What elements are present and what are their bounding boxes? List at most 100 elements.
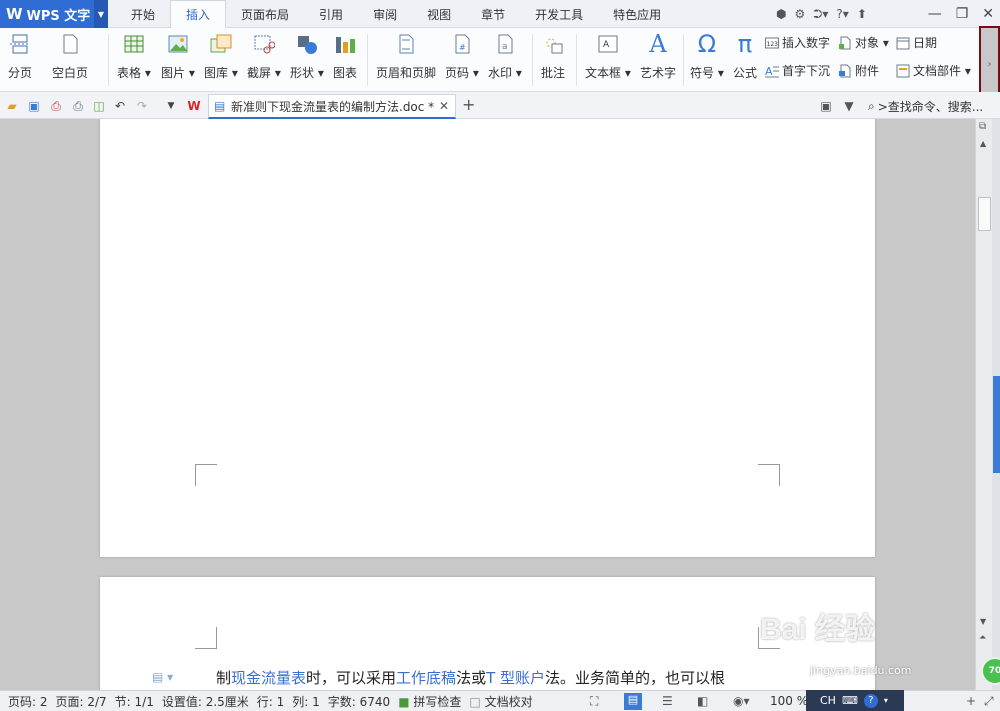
outline-view-icon[interactable]: ☰ — [662, 694, 673, 708]
date-button[interactable]: 日期 — [896, 34, 937, 51]
chevron-down-icon[interactable]: ▼ — [163, 98, 179, 114]
symbol-button[interactable]: Ω 符号 ▾ — [690, 30, 724, 81]
object-button[interactable]: 对象 ▾ — [838, 34, 889, 51]
screenshot-button[interactable]: 截屏 ▾ — [247, 32, 281, 81]
scroll-thumb[interactable] — [978, 197, 991, 231]
collapse-ribbon-icon[interactable]: ⬆ — [857, 7, 867, 21]
tab-view[interactable]: 视图 — [412, 0, 466, 28]
page-number-button[interactable]: # 页码 ▾ — [445, 32, 479, 81]
insert-number-button[interactable]: 123 插入数字 — [765, 34, 830, 51]
tab-home[interactable]: 开始 — [116, 0, 170, 28]
page-break-button[interactable]: 分页 — [8, 32, 32, 81]
help-icon[interactable]: ?▾ — [836, 7, 848, 21]
status-word-count[interactable]: 字数: 6740 — [328, 693, 390, 710]
attachment-button[interactable]: 附件 — [838, 62, 879, 79]
link-cash-flow-statement[interactable]: 现金流量表 — [231, 669, 306, 687]
title-bar: W WPS 文字 ▼ 开始 插入 页面布局 引用 审阅 视图 章节 开发工具 特… — [0, 0, 1000, 28]
split-view-icon[interactable]: ⧉ — [979, 121, 986, 132]
tab-insert[interactable]: 插入 — [170, 0, 227, 28]
shape-button[interactable]: 形状 ▾ — [290, 32, 324, 81]
command-search[interactable]: ⌕ >查找命令、搜索... — [868, 98, 983, 115]
proofread-toggle[interactable]: □ 文档校对 — [469, 693, 532, 710]
reading-view-icon[interactable]: ◉▾ — [733, 694, 750, 708]
tab-page-layout[interactable]: 页面布局 — [226, 0, 304, 28]
ime-bar[interactable]: CH ⌨ ? ▾ — [806, 690, 904, 711]
present-icon[interactable]: ▣ — [818, 98, 834, 114]
chevron-down-icon[interactable]: ▼ — [94, 0, 108, 28]
skin-icon[interactable]: ⬢ — [776, 7, 786, 21]
status-setting[interactable]: 设置值: 2.5厘米 — [162, 693, 249, 710]
zoom-in-icon[interactable]: + — [966, 694, 976, 708]
svg-text:A: A — [603, 40, 610, 50]
table-button[interactable]: 表格 ▾ — [117, 32, 151, 81]
calendar-icon — [896, 36, 910, 50]
paragraph-menu-icon[interactable]: ▤ ▾ — [152, 670, 173, 684]
status-column[interactable]: 列: 1 — [292, 693, 320, 710]
minimize-icon[interactable]: — — [928, 6, 942, 22]
page-2[interactable]: ▤ ▾ 制现金流量表时，可以采用工作底稿法或T 型账户法。业务简单的，也可以根 — [100, 577, 875, 690]
open-folder-icon[interactable]: ▰ — [4, 98, 20, 114]
gallery-button[interactable]: 图库 ▾ — [204, 32, 238, 81]
new-tab-icon[interactable]: + — [462, 95, 475, 114]
close-icon[interactable]: ✕ — [982, 6, 994, 22]
app-menu-button[interactable]: W WPS 文字 ▼ — [0, 0, 108, 28]
status-pages[interactable]: 页面: 2/7 — [56, 693, 107, 710]
body-text[interactable]: 制现金流量表时，可以采用工作底稿法或T 型账户法。业务简单的，也可以根 — [216, 667, 725, 688]
tab-developer[interactable]: 开发工具 — [520, 0, 598, 28]
web-view-icon[interactable]: ◧ — [697, 694, 708, 708]
side-panel-handle[interactable] — [993, 376, 1000, 473]
keyboard-icon[interactable]: ⌨ — [842, 694, 858, 707]
restore-icon[interactable]: ❐ — [956, 6, 969, 22]
link-t-account[interactable]: T 型账户 — [486, 669, 545, 687]
close-tab-icon[interactable]: ✕ — [439, 99, 449, 113]
print-icon[interactable]: ⎙ — [70, 98, 86, 114]
share-icon[interactable]: ⮊▾ — [813, 7, 828, 22]
export-pdf-icon[interactable]: ⎙ — [48, 98, 64, 114]
chevron-down-icon[interactable]: ▾ — [884, 696, 888, 705]
undo-icon[interactable]: ↶ — [112, 98, 128, 114]
chevron-right-icon: › — [987, 59, 992, 70]
watermark-button[interactable]: a 水印 ▾ — [488, 32, 522, 81]
wordart-button[interactable]: A 艺术字 — [640, 30, 676, 81]
search-input[interactable]: >查找命令、搜索... — [878, 98, 984, 115]
document-tab[interactable]: ▤ 新准则下现金流量表的编制方法.doc * ✕ — [208, 94, 456, 119]
doc-parts-button[interactable]: 文档部件 ▾ — [896, 62, 971, 79]
status-page[interactable]: 页码: 2 — [8, 693, 48, 710]
header-footer-button[interactable]: 页眉和页脚 — [376, 32, 436, 81]
redo-icon[interactable]: ↷ — [134, 98, 150, 114]
print-preview-icon[interactable]: ◫ — [91, 98, 107, 114]
formula-label: 公式 — [733, 66, 758, 80]
tab-special[interactable]: 特色应用 — [598, 0, 676, 28]
header-footer-icon — [394, 32, 418, 56]
ribbon-insert: 分页 空白页 表格 ▾ 图片 ▾ 图库 ▾ 截屏 ▾ 形状 ▾ 图表 页眉和页脚… — [0, 28, 1000, 92]
link-worksheet[interactable]: 工作底稿 — [396, 669, 456, 687]
spell-check-toggle[interactable]: ■ 拼写检查 — [398, 693, 461, 710]
tab-references[interactable]: 引用 — [304, 0, 358, 28]
comment-button[interactable]: 批注 — [541, 32, 565, 81]
formula-button[interactable]: π 公式 — [733, 30, 758, 81]
zoom-level[interactable]: 100 % — [770, 694, 808, 708]
tab-review[interactable]: 审阅 — [358, 0, 412, 28]
wps-w-icon[interactable]: W — [186, 98, 202, 114]
scroll-down-icon[interactable]: ▼ — [980, 617, 986, 626]
status-section[interactable]: 节: 1/1 — [115, 693, 154, 710]
picture-button[interactable]: 图片 ▾ — [161, 32, 195, 81]
fullscreen-icon[interactable]: ⛶ — [590, 694, 598, 709]
filter-icon[interactable]: ▼ — [841, 98, 857, 114]
chart-button[interactable]: 图表 — [333, 32, 357, 81]
blank-page-button[interactable]: 空白页 — [52, 32, 88, 81]
status-row[interactable]: 行: 1 — [257, 693, 285, 710]
prev-page-icon[interactable]: ⏶ — [979, 633, 986, 643]
textbox-button[interactable]: A 文本框 ▾ — [585, 32, 631, 81]
page-1[interactable] — [100, 119, 875, 557]
ime-help-icon[interactable]: ? — [863, 693, 878, 708]
vertical-scrollbar[interactable]: ⧉ ▲ ▼ ⏶ — [975, 119, 992, 690]
page-view-icon[interactable]: ▤ — [624, 692, 642, 710]
tab-section[interactable]: 章节 — [466, 0, 520, 28]
save-icon[interactable]: ▣ — [26, 98, 42, 114]
ime-language[interactable]: CH — [820, 694, 836, 707]
fit-icon[interactable]: ⤢ — [984, 694, 994, 709]
drop-cap-button[interactable]: A 首字下沉 — [765, 62, 830, 79]
scroll-up-icon[interactable]: ▲ — [980, 139, 986, 148]
settings-icon[interactable]: ⚙ — [794, 7, 805, 21]
